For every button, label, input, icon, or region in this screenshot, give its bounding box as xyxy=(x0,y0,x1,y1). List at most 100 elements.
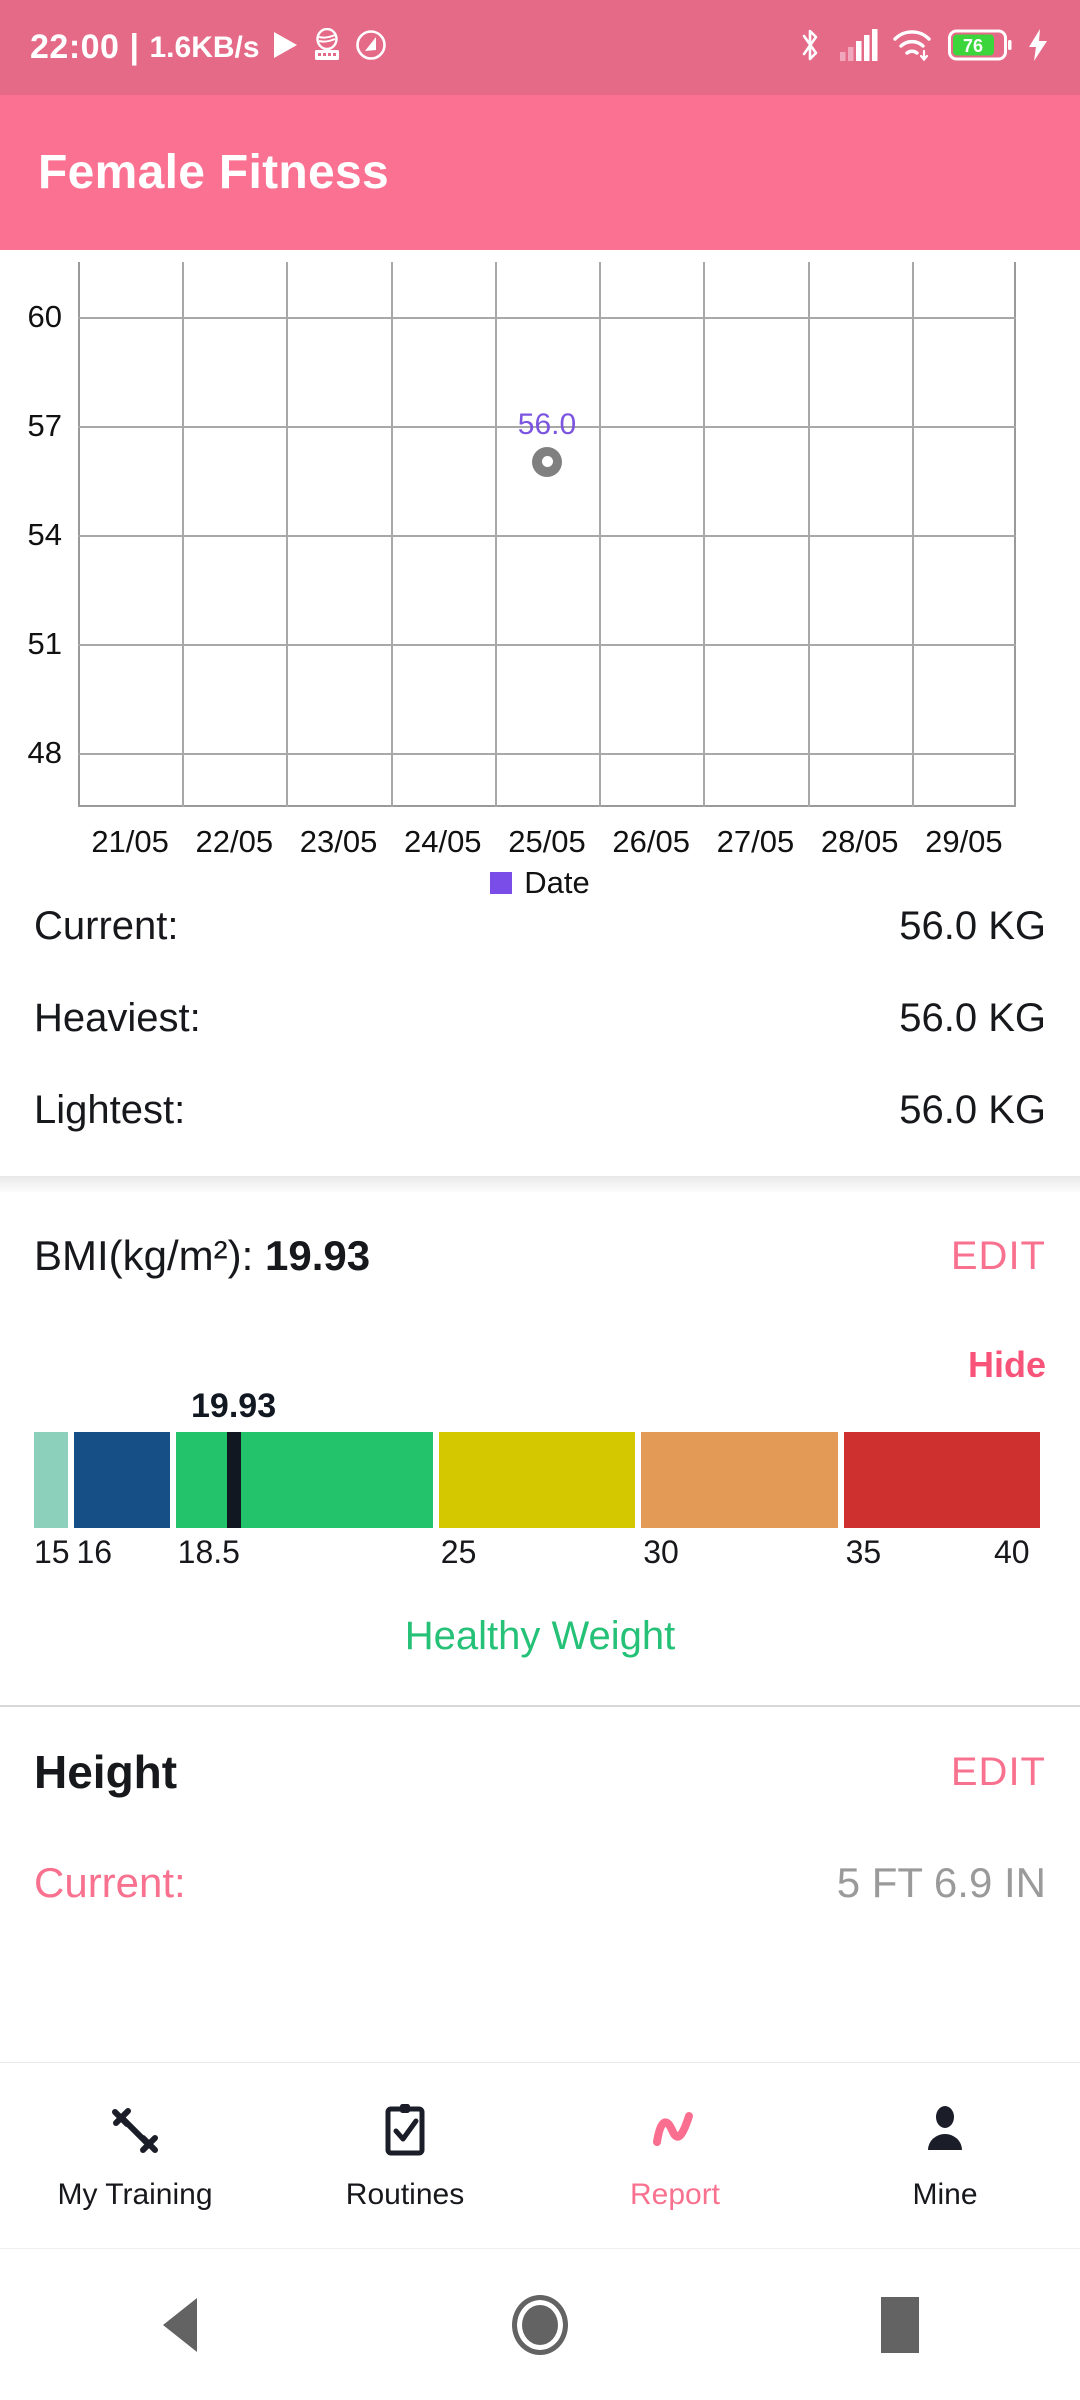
recents-square-icon xyxy=(881,2296,919,2353)
chart-data-point[interactable] xyxy=(532,446,562,477)
bmi-section: BMI(kg/m²): 19.93 EDIT Hide 19.93 15 16 18… xyxy=(0,1192,1080,1659)
gridline-vertical xyxy=(182,262,185,807)
stat-value-current: 56.0 KG xyxy=(899,903,1046,948)
bmi-tick-label: 40 xyxy=(994,1534,1030,1570)
bmi-tick-label: 18.5 xyxy=(177,1534,240,1570)
nav-item-routines[interactable]: Routines xyxy=(270,2100,540,2212)
nav-label-report: Report xyxy=(629,2177,721,2211)
nav-item-mine[interactable]: Mine xyxy=(810,2100,1080,2212)
bmi-value: 19.93 xyxy=(264,1232,371,1279)
charging-bolt-icon xyxy=(1026,28,1050,67)
y-axis-tick-label: 54 xyxy=(27,516,62,552)
y-axis-tick-label: 57 xyxy=(27,407,62,443)
status-clock: 22:00 xyxy=(30,28,120,66)
y-axis-tick-label: 51 xyxy=(27,625,62,661)
bottom-navigation: My Training Routines Report Mine xyxy=(0,2062,1080,2248)
status-bar-right: 76 xyxy=(796,26,1050,69)
bmi-edit-button[interactable]: EDIT xyxy=(951,1234,1046,1279)
weight-stats: Current: 56.0 KG Heaviest: 56.0 KG Light… xyxy=(0,880,1080,1156)
bmi-segment-3 xyxy=(438,1432,636,1528)
weight-chart[interactable]: 48 51 54 57 60 21/05 22/05 23/05 24/05 25/05 26/0… xyxy=(0,250,1080,900)
bmi-status-text: Healthy Weight xyxy=(404,1614,676,1658)
gridline-vertical xyxy=(911,262,914,807)
x-axis-tick-label: 21/05 xyxy=(91,824,169,859)
stat-label-current: Current: xyxy=(34,903,179,948)
bmi-hide-row: Hide xyxy=(34,1320,1046,1410)
bmi-scale-bar: 19.93 xyxy=(34,1387,1046,1528)
x-axis-tick-label: 25/05 xyxy=(508,824,586,859)
bmi-title: BMI(kg/m²): 19.93 xyxy=(34,1232,370,1280)
app-bar: Female Fitness xyxy=(0,95,1080,250)
legend-label-date: Date xyxy=(524,865,590,900)
gridline-horizontal xyxy=(78,752,1016,755)
line-chart-icon xyxy=(644,2100,706,2162)
gridline-vertical xyxy=(599,262,602,807)
stat-value-lightest: 56.0 KG xyxy=(899,1087,1046,1132)
chart-legend: Date xyxy=(0,865,1080,901)
status-separator: | xyxy=(129,28,140,66)
back-triangle-icon xyxy=(163,2297,197,2352)
app-screen: 22:00 | 1.6KB/s 76 Female Fitness 48 51 … xyxy=(0,0,1080,2400)
bmi-segment-5 xyxy=(843,1432,1040,1528)
scroll-content[interactable]: 48 51 54 57 60 21/05 22/05 23/05 24/05 25/05 26/0… xyxy=(0,250,1080,2110)
bmi-segment-0 xyxy=(34,1432,69,1528)
nav-label-my-training: My Training xyxy=(57,2177,213,2211)
play-icon xyxy=(270,29,300,66)
android-recents-button[interactable] xyxy=(810,2249,990,2400)
chart-plot-area: 48 51 54 57 60 21/05 22/05 23/05 24/05 25/05 26/0… xyxy=(28,262,1016,859)
bmi-scale-ticks: 15 16 18.5 25 30 35 40 xyxy=(34,1534,1046,1590)
do-not-disturb-icon xyxy=(354,28,388,67)
x-axis-tick-label: 23/05 xyxy=(299,824,378,859)
legend-swatch-date xyxy=(490,872,513,894)
height-current-value: 5 FT 6.9 IN xyxy=(836,1859,1046,1906)
status-bar: 22:00 | 1.6KB/s 76 xyxy=(0,0,1080,95)
gridline-vertical xyxy=(286,262,289,807)
chart-data-point-label: 56.0 xyxy=(517,407,577,441)
android-navigation-bar xyxy=(0,2248,1080,2400)
table-row: Lightest: 56.0 KG xyxy=(34,1064,1046,1156)
bluetooth-icon xyxy=(796,26,824,69)
battery-icon: 76 xyxy=(948,28,1012,67)
height-current-label: Current: xyxy=(34,1859,186,1906)
bmi-tick-label: 16 xyxy=(76,1534,113,1570)
home-circle-icon xyxy=(512,2294,568,2355)
nav-item-my-training[interactable]: My Training xyxy=(0,2100,270,2212)
nav-item-report[interactable]: Report xyxy=(540,2100,810,2212)
nav-label-routines: Routines xyxy=(345,2177,465,2211)
nav-label-mine: Mine xyxy=(912,2177,978,2211)
stat-value-heaviest: 56.0 KG xyxy=(899,995,1046,1040)
gridline-vertical xyxy=(390,262,393,807)
android-back-button[interactable] xyxy=(90,2249,270,2400)
x-axis-tick-label: 29/05 xyxy=(925,824,1003,859)
section-divider xyxy=(0,1176,1080,1192)
x-axis-tick-label: 26/05 xyxy=(612,824,691,859)
bmi-hide-button[interactable]: Hide xyxy=(968,1344,1046,1386)
gridline-horizontal xyxy=(78,534,1016,537)
stat-label-heaviest: Heaviest: xyxy=(34,995,201,1040)
height-header: Height EDIT xyxy=(34,1707,1046,1837)
height-title: Height xyxy=(34,1746,178,1798)
height-current-row: Current: 5 FT 6.9 IN xyxy=(34,1837,1046,1929)
keyboard-icon xyxy=(310,27,344,67)
clipboard-check-icon xyxy=(374,2100,436,2162)
stat-label-lightest: Lightest: xyxy=(34,1087,186,1132)
dumbbell-icon xyxy=(104,2100,166,2162)
table-row: Heaviest: 56.0 KG xyxy=(34,972,1046,1064)
cellular-signal-icon xyxy=(838,28,878,67)
bmi-segment-2 xyxy=(175,1432,433,1528)
bmi-tick-label: 25 xyxy=(440,1534,477,1570)
network-speed: 1.6KB/s xyxy=(149,30,260,64)
bmi-tick-label: 35 xyxy=(845,1534,882,1570)
x-axis-tick-label: 22/05 xyxy=(195,824,274,859)
page-title: Female Fitness xyxy=(38,146,390,199)
gridline-vertical xyxy=(807,262,810,807)
bmi-marker-label: 19.93 xyxy=(191,1387,277,1425)
height-edit-button[interactable]: EDIT xyxy=(951,1750,1046,1795)
gridline-vertical xyxy=(703,262,706,807)
bmi-segment-4 xyxy=(641,1432,838,1528)
gridline-horizontal xyxy=(78,316,1016,319)
bmi-tick-label: 15 xyxy=(34,1534,70,1570)
android-home-button[interactable] xyxy=(450,2249,630,2400)
wifi-icon xyxy=(892,28,934,67)
x-axis-tick-label: 24/05 xyxy=(403,824,482,859)
